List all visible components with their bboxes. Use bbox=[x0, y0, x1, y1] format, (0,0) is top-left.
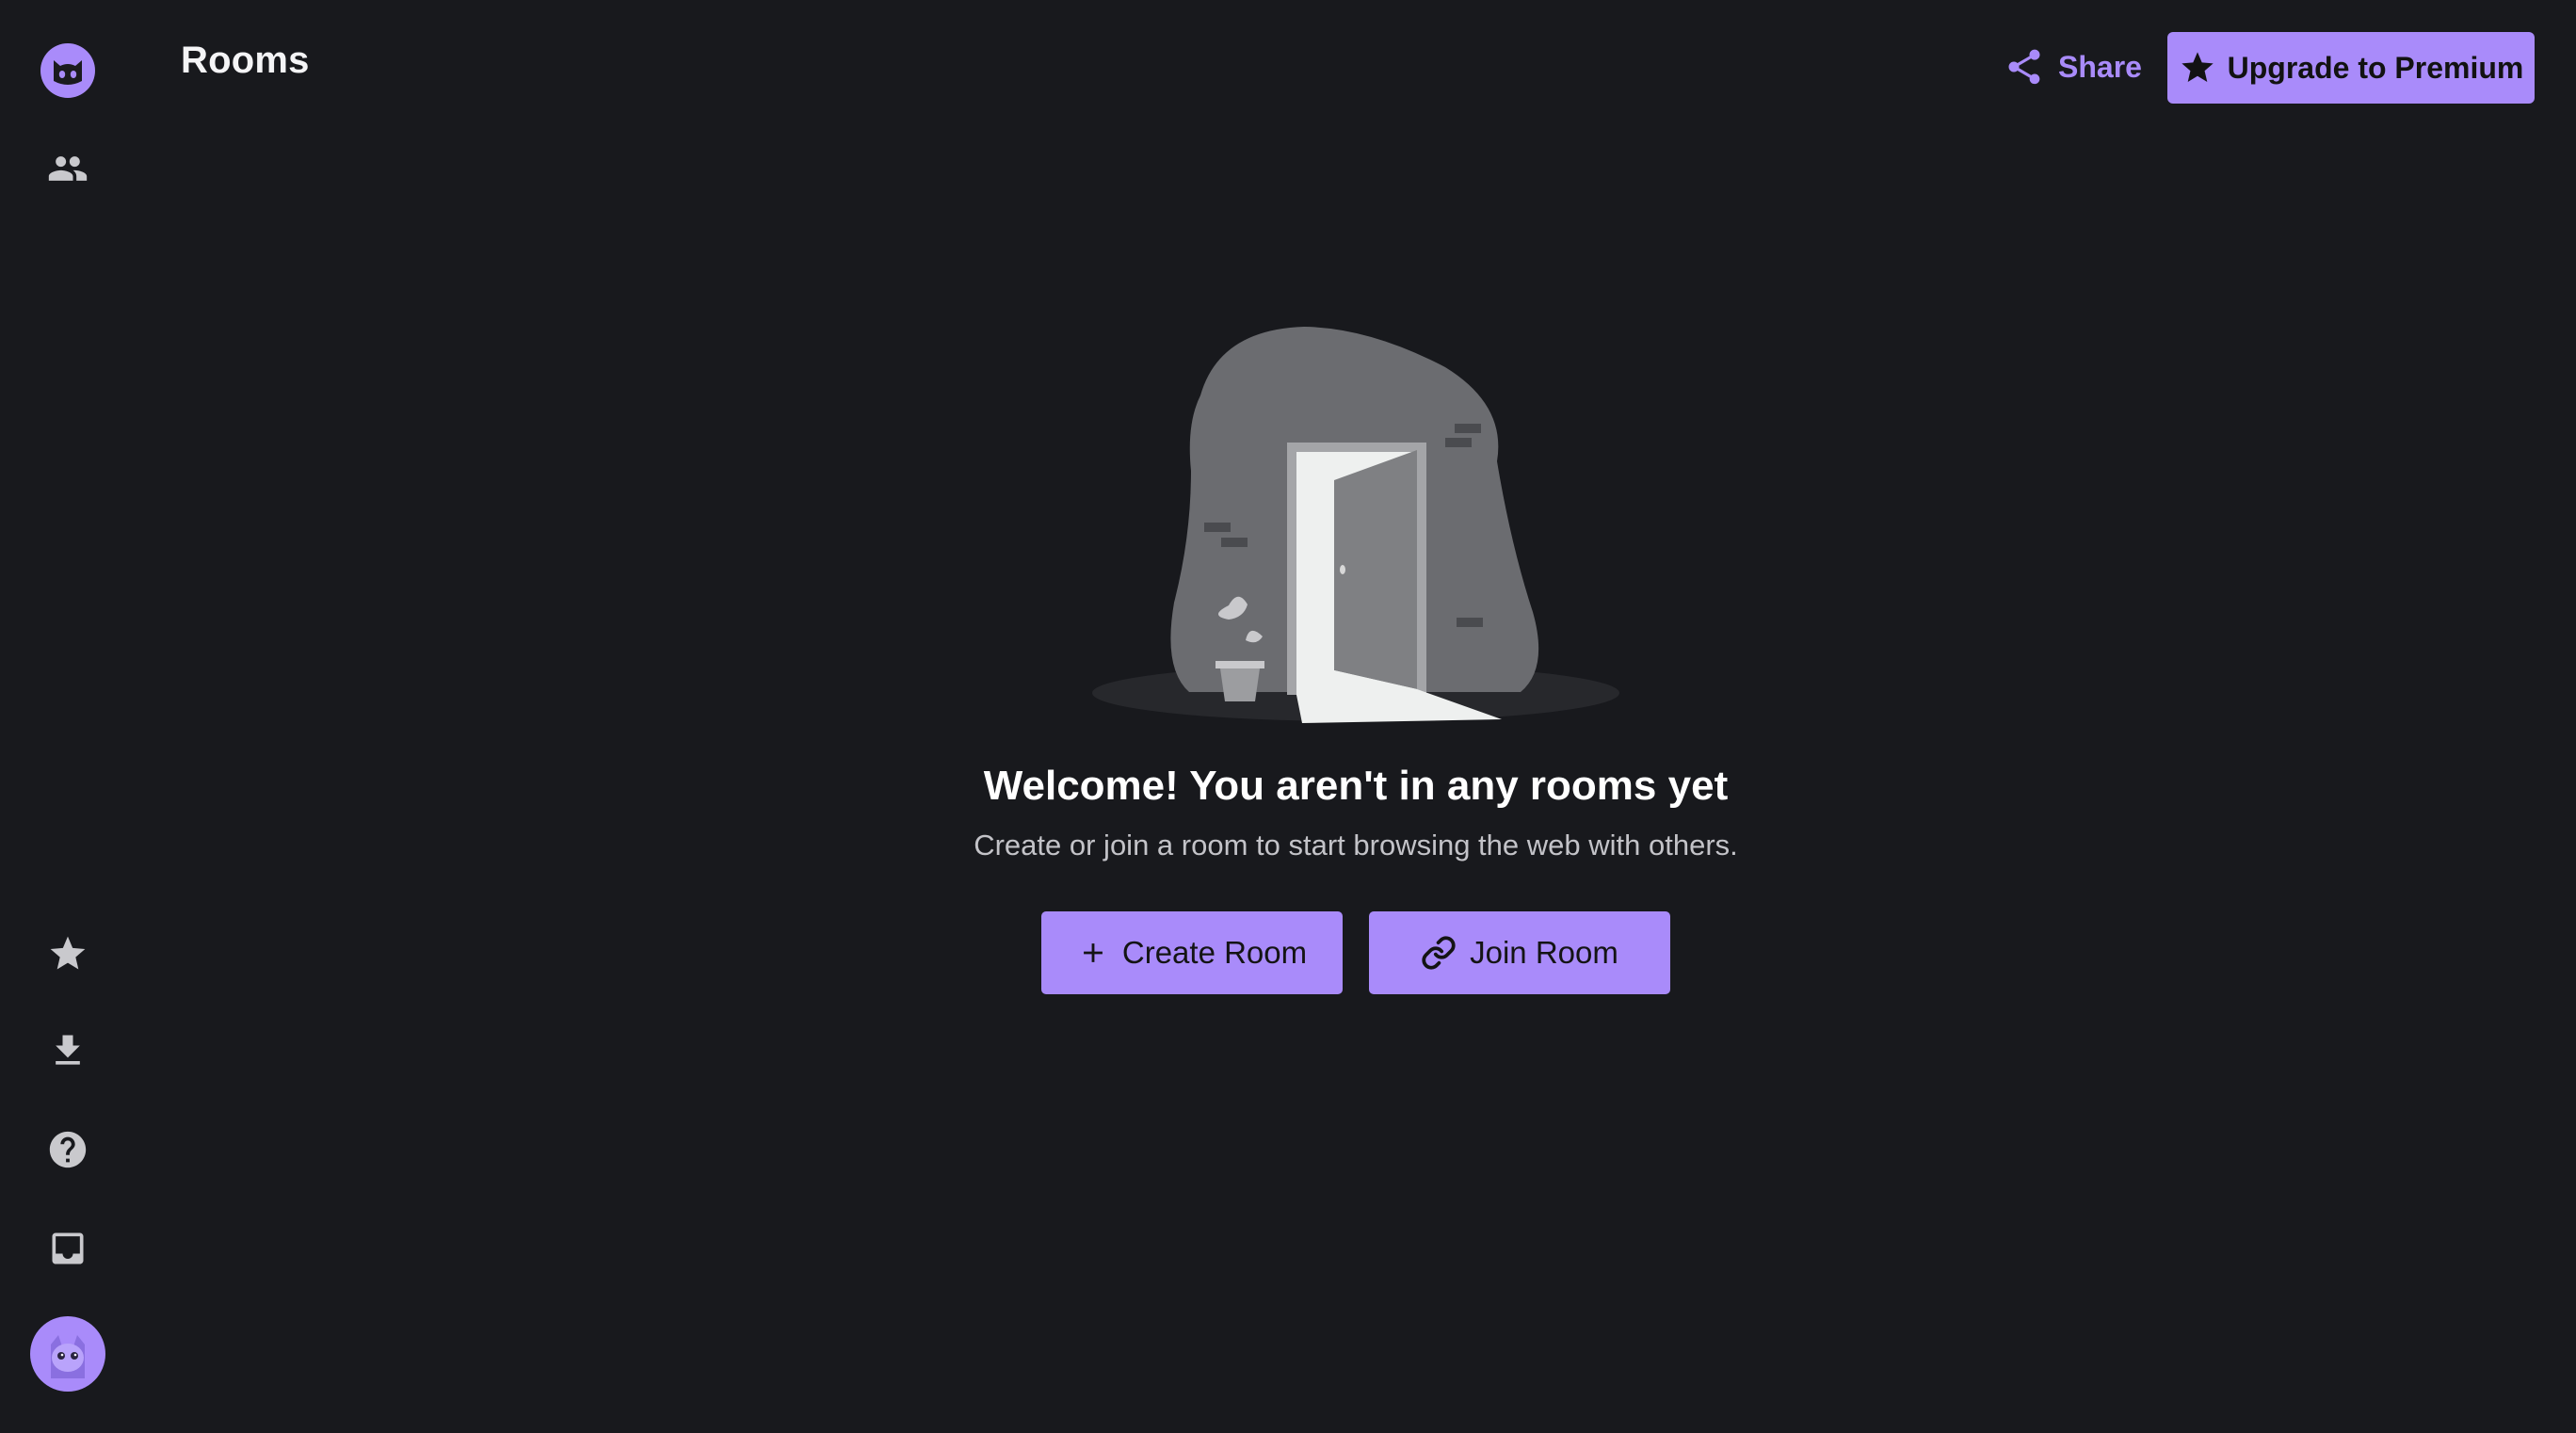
sidebar bbox=[0, 0, 135, 1433]
upgrade-label: Upgrade to Premium bbox=[2227, 50, 2524, 85]
empty-rooms-illustration bbox=[1092, 327, 1619, 723]
link-icon bbox=[1422, 936, 1456, 970]
app-root: Rooms Share Upgrade to Premium Welcome! … bbox=[0, 0, 2576, 1433]
sidebar-item-inbox[interactable] bbox=[0, 1206, 135, 1291]
inbox-icon bbox=[52, 1232, 83, 1264]
share-button[interactable]: Share bbox=[2004, 36, 2142, 98]
plus-icon bbox=[1083, 943, 1103, 962]
sidebar-item-favorites[interactable] bbox=[0, 911, 135, 996]
welcome-subtitle: Create or join a room to start browsing … bbox=[974, 829, 1738, 861]
sidebar-item-help[interactable] bbox=[0, 1107, 135, 1192]
page-title: Rooms bbox=[181, 40, 310, 81]
create-room-label: Create Room bbox=[1121, 935, 1308, 970]
star-icon bbox=[2181, 52, 2214, 82]
download-icon bbox=[55, 1035, 80, 1065]
join-room-button[interactable]: Join Room bbox=[1369, 911, 1670, 994]
upgrade-button[interactable]: Upgrade to Premium bbox=[2167, 32, 2535, 104]
share-icon bbox=[2008, 49, 2040, 85]
avatar bbox=[29, 1316, 105, 1392]
people-icon bbox=[48, 156, 87, 181]
star-icon bbox=[50, 936, 85, 970]
logo-button[interactable] bbox=[0, 27, 135, 112]
sidebar-item-friends[interactable] bbox=[0, 126, 135, 211]
share-label: Share bbox=[2058, 49, 2142, 84]
cat-logo-icon bbox=[40, 43, 95, 98]
profile-button[interactable] bbox=[0, 1312, 135, 1396]
create-room-button[interactable]: Create Room bbox=[1041, 911, 1343, 994]
join-room-label: Join Room bbox=[1470, 935, 1618, 970]
sidebar-item-download[interactable] bbox=[0, 1008, 135, 1093]
help-icon bbox=[49, 1131, 86, 1168]
welcome-title: Welcome! You aren't in any rooms yet bbox=[983, 763, 1729, 809]
